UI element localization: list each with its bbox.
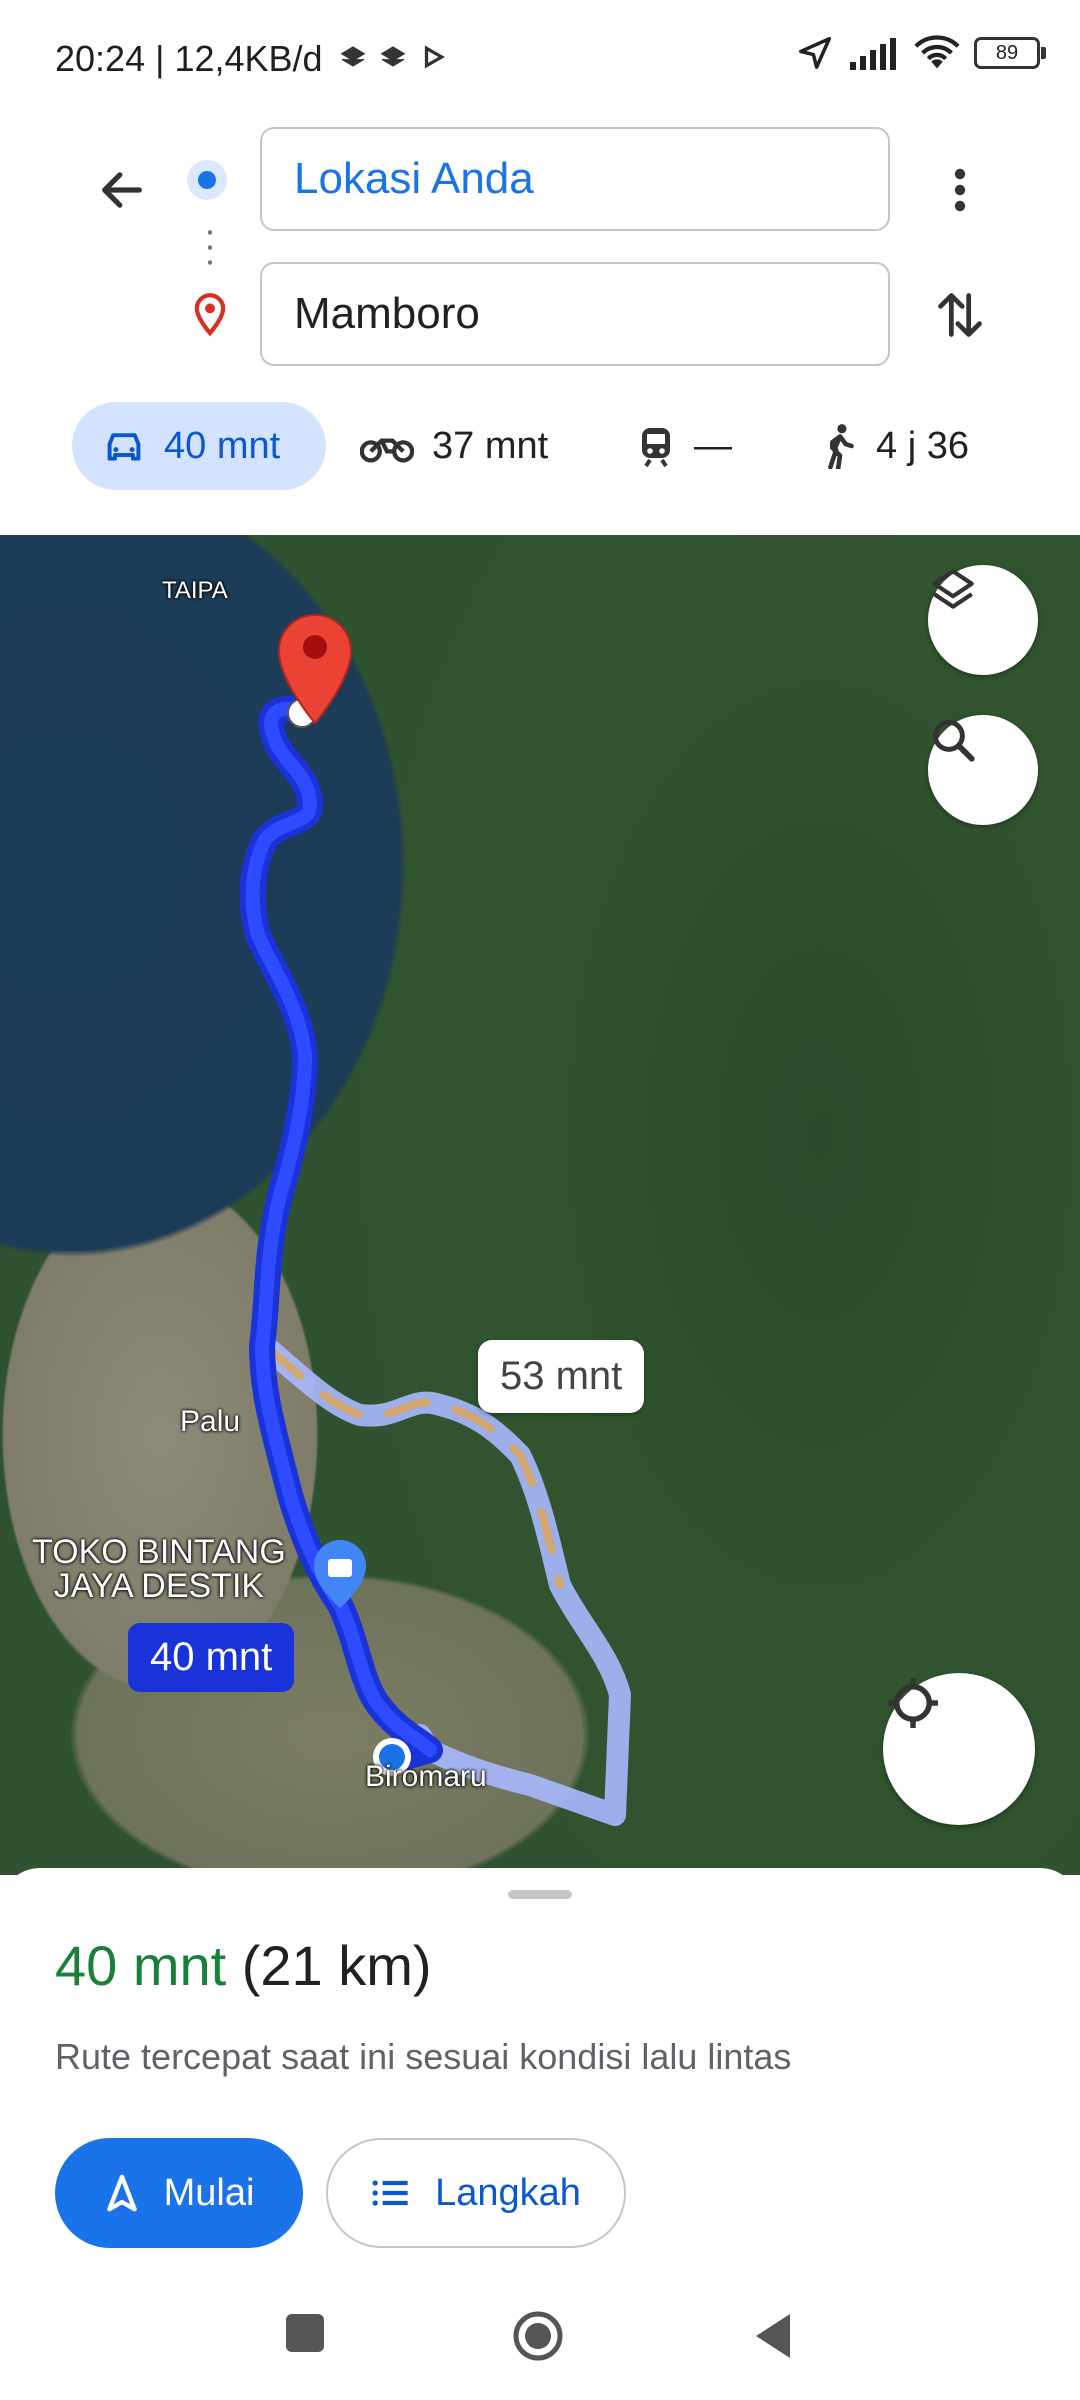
sheet-drag-handle[interactable] [508,1890,572,1899]
map-layers-button[interactable] [928,565,1038,675]
status-left-icons [340,44,446,70]
mode-tab-transit[interactable]: — [636,402,732,490]
mode-tab-motorcycle[interactable]: 37 mnt [360,402,548,490]
mode-tab-walk[interactable]: 4 j 36 [822,402,969,490]
map-label-palu: Palu [180,1405,241,1438]
map-label-store[interactable]: TOKO BINTANG JAYA DESTIK [32,1535,286,1603]
map-search-button[interactable] [928,715,1038,825]
route-description: Rute tercepat saat ini sesuai kondisi la… [55,2036,792,2077]
navigation-arrow-icon [106,2174,137,2212]
my-location-button[interactable] [883,1673,1035,1825]
walk-icon [828,424,854,469]
motorcycle-icon [360,438,414,463]
map-view[interactable]: TAIPA Palu TOKO BINTANG JAYA DESTIK Biro… [0,535,1080,1875]
back-button[interactable] [82,150,162,230]
map-label-taipa: TAIPA [162,577,228,604]
status-right-icons: 89 [796,34,1046,72]
steps-button[interactable]: Langkah [326,2138,626,2248]
car-icon [107,433,141,461]
my-location-icon [888,1678,938,1728]
train-icon [642,428,670,468]
search-icon [932,719,975,762]
layers-icon [932,569,974,609]
battery-level: 89 [995,41,1019,64]
origin-input[interactable]: Lokasi Anda [260,127,890,231]
status-bar: 20:24 | 12,4KB/d 89 [0,0,1080,120]
eta-time: 40 mnt [55,1934,227,1997]
layers-icon [340,46,366,67]
swap-vert-icon [938,293,982,337]
more-vert-icon [954,168,966,212]
alternate-route-callout[interactable]: 53 mnt [478,1340,645,1413]
more-options-button[interactable] [920,150,1000,230]
battery-icon: 89 [974,37,1046,69]
destination-pin-icon [194,293,226,337]
mode-motorcycle-label: 37 mnt [432,424,549,467]
eta-summary: 40 mnt (21 km) [55,1933,432,1998]
selected-route-callout[interactable]: 40 mnt [128,1623,295,1692]
eta-distance: (21 km) [241,1934,432,1997]
steps-button-label: Langkah [435,2171,581,2214]
layers-icon [380,46,406,67]
mode-walk-label: 4 j 36 [876,424,969,467]
start-button[interactable]: Mulai [55,2138,303,2248]
back-arrow-icon [102,172,142,208]
mode-car-label: 40 mnt [164,424,281,467]
signal-icon [850,38,896,70]
mode-tab-car[interactable]: 40 mnt [72,402,326,490]
destination-input[interactable]: Mamboro [260,262,890,366]
swap-button[interactable] [920,275,1000,355]
route-connector-dots [208,225,212,270]
wifi-icon [914,35,960,69]
start-button-label: Mulai [163,2171,255,2214]
home-nav-button[interactable] [512,2310,564,2362]
recents-nav-button[interactable] [286,2314,324,2352]
back-nav-button[interactable] [752,2312,792,2360]
navigation-arrow-icon [799,37,831,69]
origin-location-icon [187,160,227,200]
status-time: 20:24 | 12,4KB/d [55,38,323,79]
play-icon [424,45,445,69]
list-icon [372,2180,408,2206]
mode-transit-label: — [694,424,732,467]
map-label-biromaru: Biromaru [365,1760,487,1793]
